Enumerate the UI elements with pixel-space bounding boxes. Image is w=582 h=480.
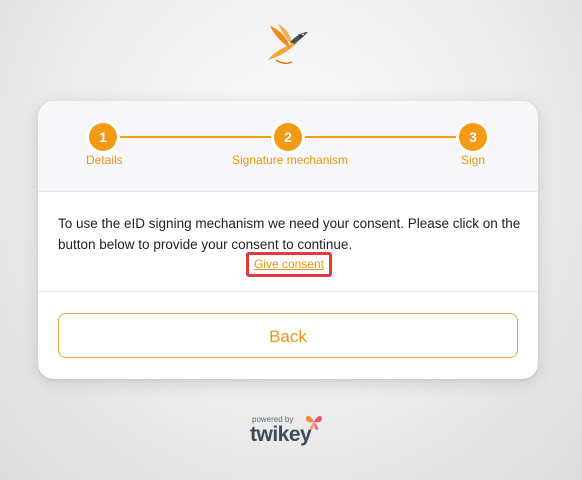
consent-card: 1 Details 2 Signature mechanism 3 Sign T… (38, 101, 538, 379)
bird-logo-icon (268, 24, 308, 65)
consent-highlight: Give consent (246, 252, 332, 277)
consent-message: To use the eID signing mechanism we need… (58, 216, 521, 252)
butterfly-icon (306, 415, 322, 430)
step-3-circle: 3 (459, 123, 487, 151)
twikey-brand: twikey (250, 423, 312, 446)
step-3-label: Sign (461, 153, 486, 167)
divider (38, 291, 538, 292)
step-1-label: Details (86, 153, 123, 167)
progress-stepper: 1 Details 2 Signature mechanism 3 Sign (38, 101, 538, 192)
back-button[interactable]: Back (58, 313, 518, 358)
step-2-circle: 2 (274, 123, 302, 151)
powered-by-twikey: powered by twikey (248, 412, 338, 452)
step-2-label: Signature mechanism (232, 153, 349, 167)
give-consent-link[interactable]: Give consent (254, 257, 324, 271)
step-1-circle: 1 (89, 123, 117, 151)
